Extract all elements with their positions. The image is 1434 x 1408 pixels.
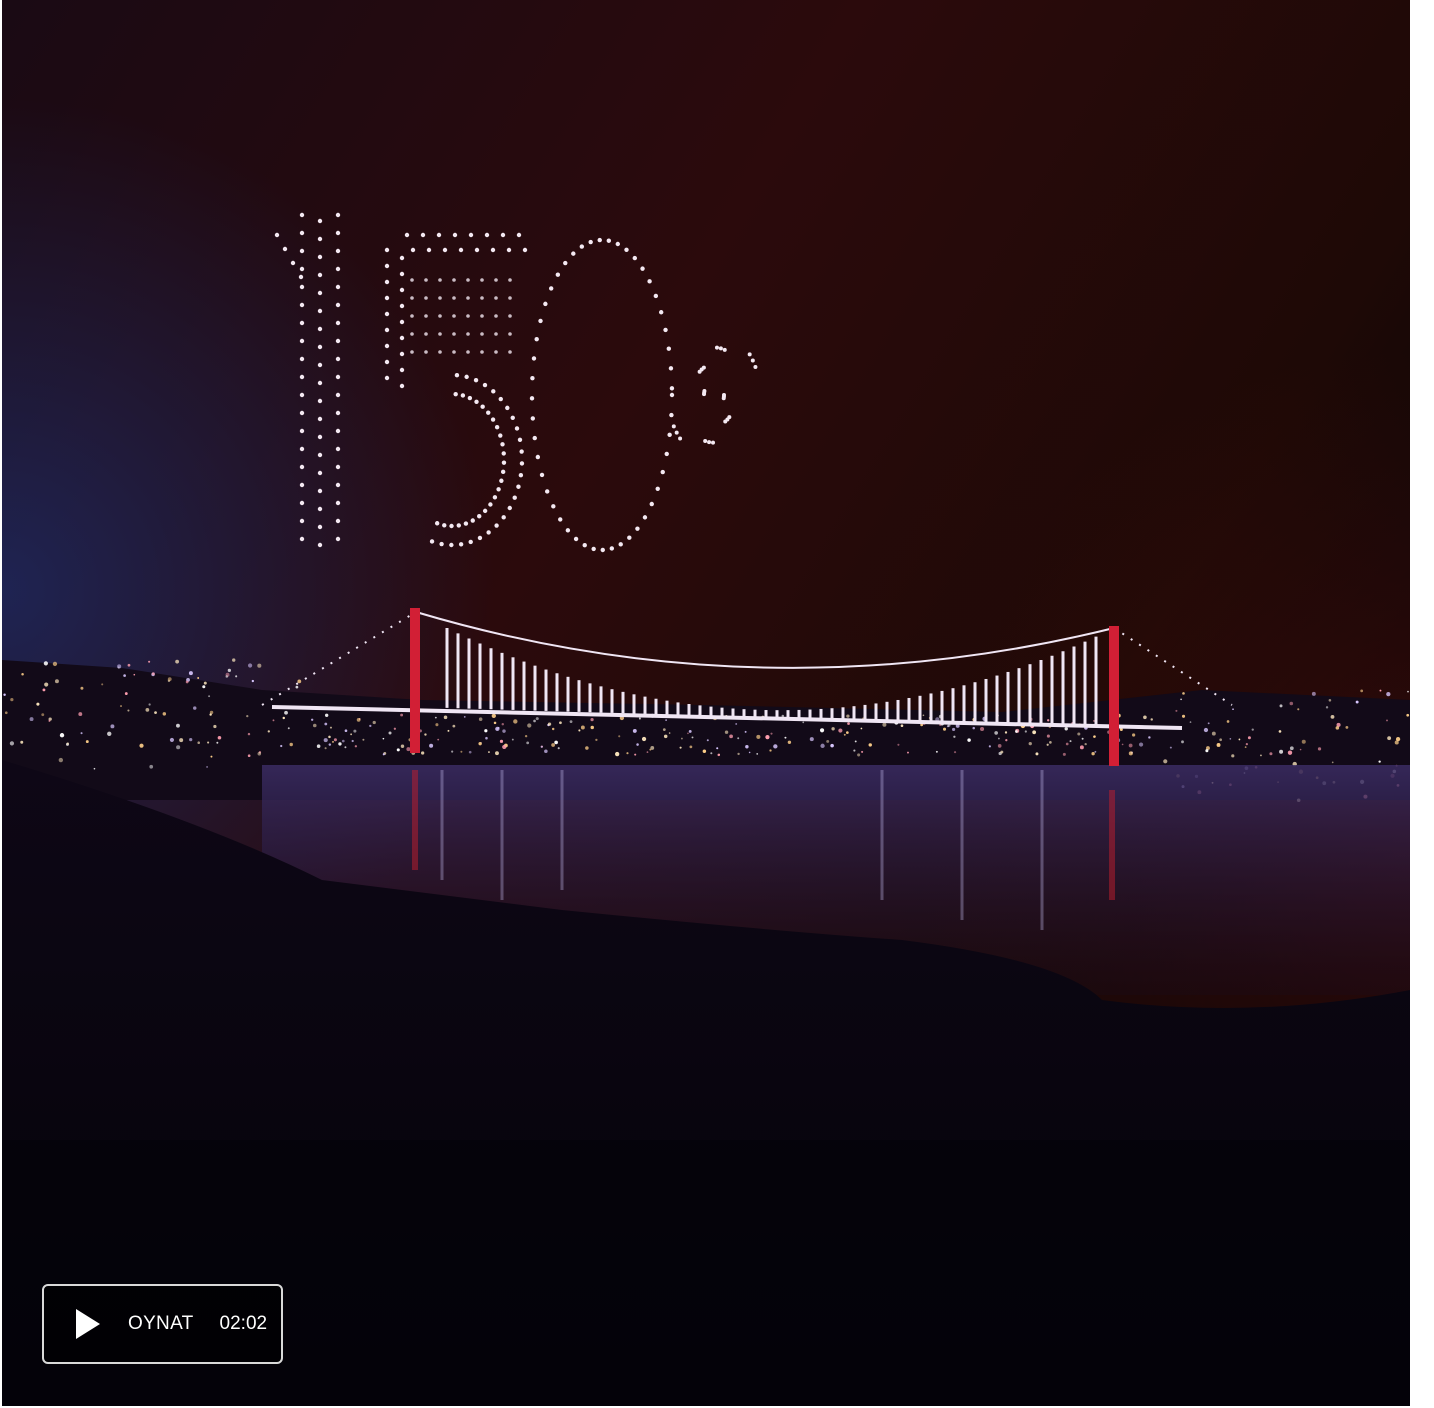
video-duration: 02:02: [219, 1313, 268, 1334]
play-button[interactable]: OYNAT 02:02: [42, 1284, 283, 1364]
play-icon: [74, 1306, 104, 1342]
play-label: OYNAT: [128, 1313, 194, 1334]
video-player[interactable]: OYNAT 02:02: [2, 0, 1410, 1406]
video-thumbnail: [2, 0, 1410, 1406]
